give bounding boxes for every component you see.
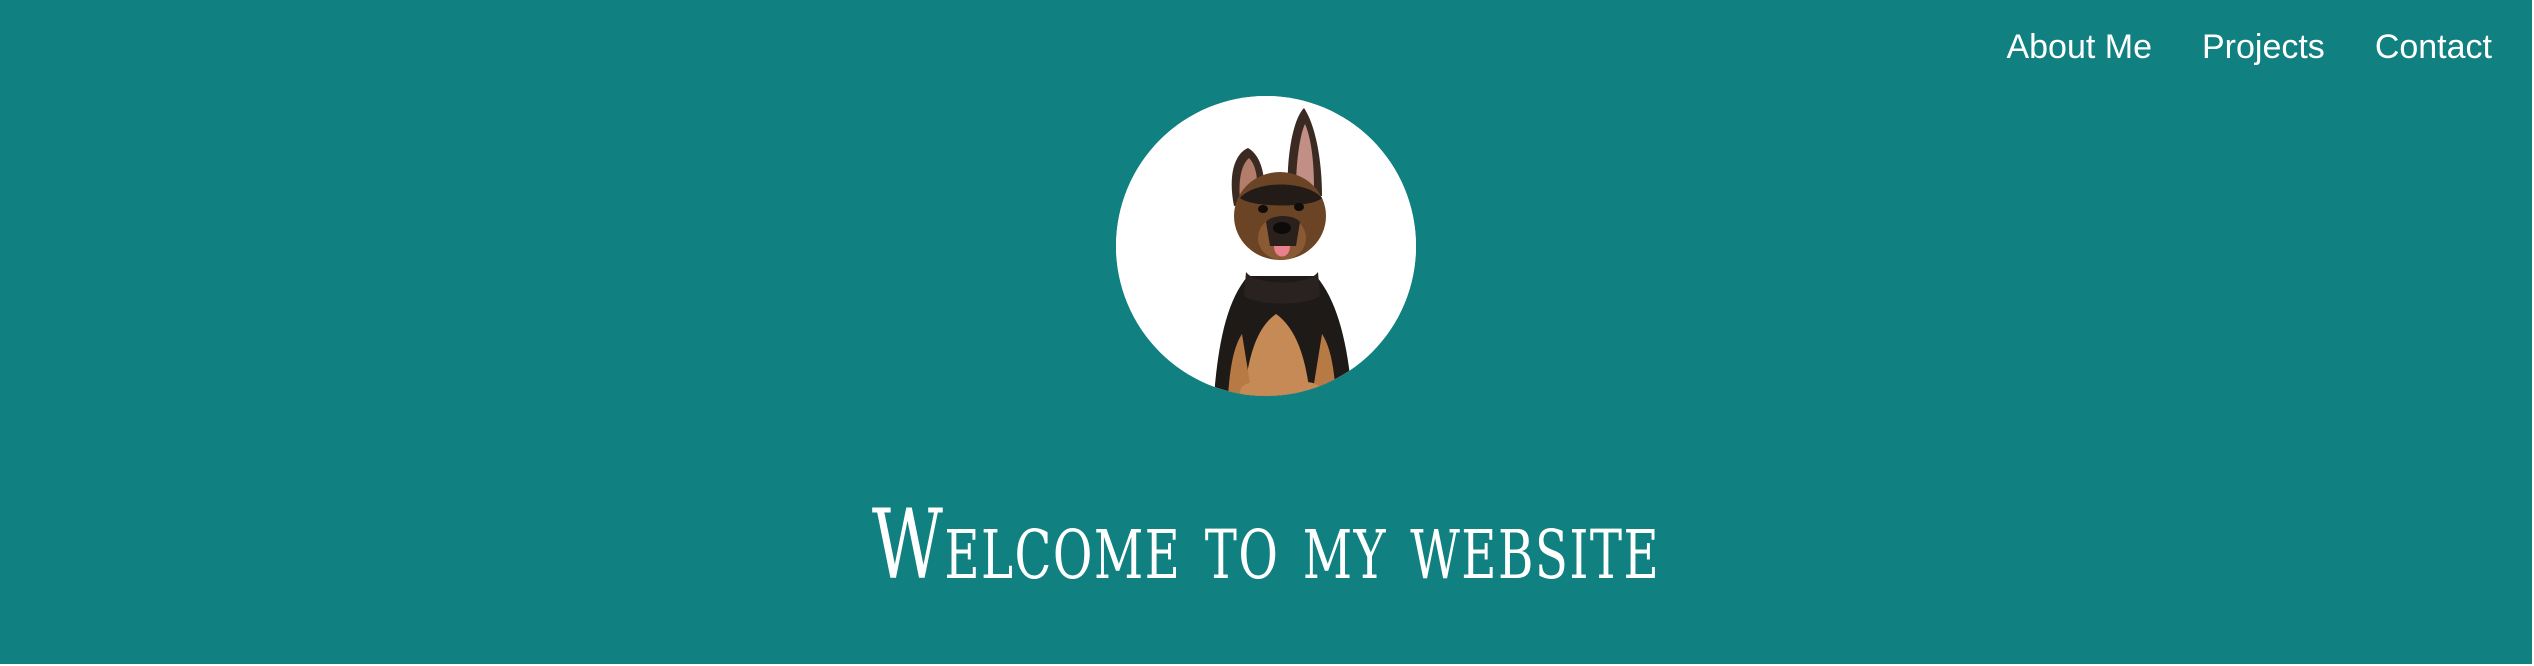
hero-section: About Me Projects Contact Welcome to my … — [0, 0, 2532, 664]
puppy-photo-icon — [1116, 96, 1416, 396]
nav-link-about-me[interactable]: About Me — [2006, 22, 2152, 72]
profile-avatar — [1116, 96, 1416, 396]
nav-link-projects[interactable]: Projects — [2202, 22, 2325, 72]
top-nav: About Me Projects Contact — [2006, 22, 2492, 72]
page-title: Welcome to my website — [871, 489, 1661, 601]
nav-link-contact[interactable]: Contact — [2375, 22, 2492, 72]
